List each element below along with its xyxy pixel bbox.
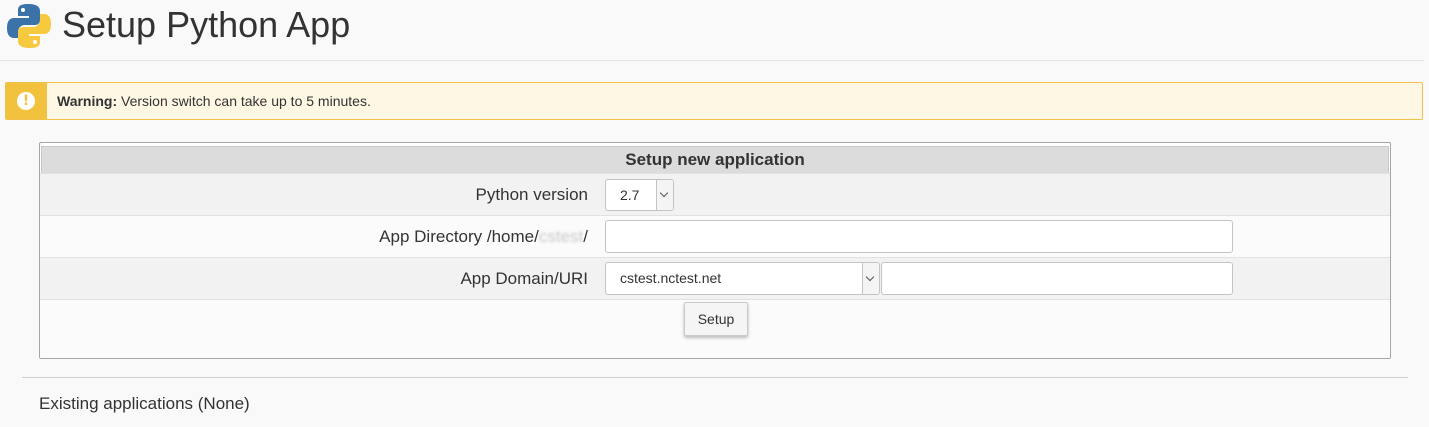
app-directory-label-suffix: / — [583, 227, 588, 246]
app-uri-input[interactable] — [881, 262, 1233, 295]
row-app-directory: App Directory /home/cstest/ — [40, 215, 1390, 257]
python-logo-icon — [7, 4, 51, 48]
panel-title: Setup new application — [41, 146, 1389, 174]
chevron-down-icon — [656, 180, 673, 210]
setup-app-panel: Setup new application Python version 2.7… — [39, 142, 1391, 359]
warning-message: Version switch can take up to 5 minutes. — [121, 93, 371, 109]
app-directory-label-prefix: App Directory /home/ — [379, 227, 539, 246]
warning-label: Warning: — [57, 93, 118, 109]
python-version-label: Python version — [475, 185, 588, 204]
section-divider — [22, 377, 1408, 378]
app-directory-label-user: cstest — [538, 227, 584, 246]
warning-icon-box: ! — [6, 83, 47, 119]
page-title: Setup Python App — [62, 4, 351, 45]
python-version-select[interactable]: 2.7 — [605, 179, 674, 211]
app-directory-label: App Directory /home/cstest/ — [379, 227, 588, 247]
python-version-value: 2.7 — [620, 187, 640, 203]
app-domain-select[interactable]: cstest.nctest.net — [605, 262, 880, 295]
row-app-domain: App Domain/URI cstest.nctest.net — [40, 257, 1390, 299]
warning-banner: ! Warning: Version switch can take up to… — [5, 82, 1423, 120]
row-python-version: Python version 2.7 — [40, 173, 1390, 215]
setup-button[interactable]: Setup — [684, 302, 748, 336]
app-domain-label: App Domain/URI — [460, 269, 588, 288]
exclamation-icon: ! — [17, 92, 35, 110]
app-domain-value: cstest.nctest.net — [620, 270, 722, 286]
app-directory-input[interactable] — [605, 220, 1233, 253]
chevron-down-icon — [862, 263, 879, 294]
page-header: Setup Python App — [0, 0, 1424, 61]
existing-applications-text: Existing applications (None) — [39, 394, 250, 413]
warning-text: Warning: Version switch can take up to 5… — [57, 83, 371, 119]
